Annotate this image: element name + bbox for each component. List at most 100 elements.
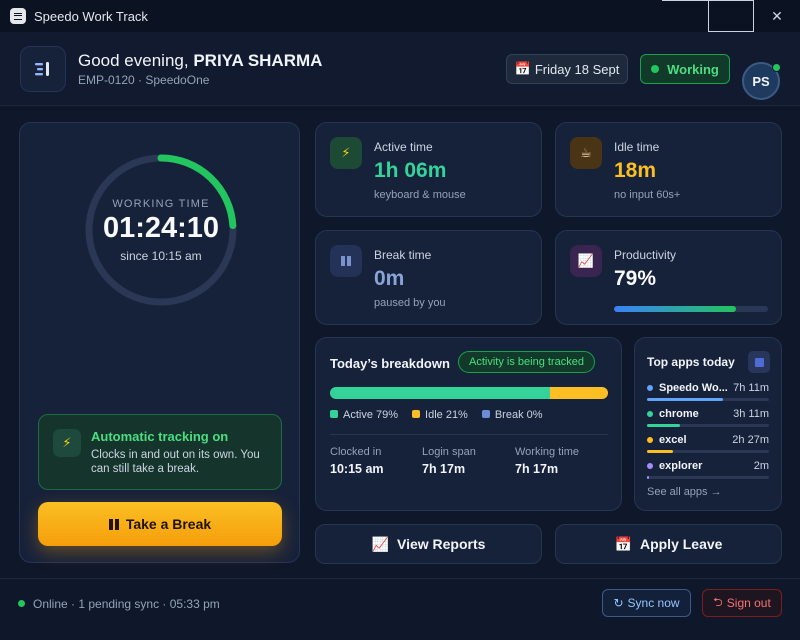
maximize-icon	[708, 0, 754, 32]
clocked-in-label: Clocked in	[330, 446, 382, 458]
productivity-label: Productivity	[614, 248, 677, 262]
idle-time-card: ☕ Idle time 18m no input 60s+	[555, 122, 782, 217]
legend-item-break: Break 0%	[481, 409, 543, 421]
clocked-in-stat: Clocked in 10:15 am	[330, 446, 384, 476]
sync-now-button[interactable]: ↻ Sync now	[602, 589, 691, 617]
see-all-apps-link[interactable]: See all apps →	[647, 486, 722, 498]
take-break-button[interactable]: Take a Break	[38, 502, 282, 546]
tracking-badge: Activity is being tracked	[458, 351, 595, 373]
app-usage-fill	[647, 398, 723, 401]
auto-tracking-description: Clocks in and out on its own. You can st…	[91, 449, 260, 475]
minimize-button[interactable]	[662, 0, 708, 32]
app-time: 2h 27m	[732, 434, 769, 446]
sign-out-label: Sign out	[726, 596, 771, 610]
app-dot-icon	[647, 385, 653, 391]
app-time: 3h 11m	[733, 408, 769, 420]
breakdown-card: Today’s breakdown Activity is being trac…	[315, 337, 622, 511]
app-time: 7h 11m	[733, 382, 769, 394]
take-break-label: Take a Break	[125, 516, 212, 532]
calendar-icon: 📅	[514, 61, 531, 76]
idle-time-sub: no input 60s+	[614, 189, 681, 201]
app-time: 2m	[753, 460, 769, 472]
app-name: chrome	[659, 408, 699, 420]
app-usage-fill	[647, 450, 673, 453]
status-dot-icon	[651, 65, 660, 73]
app-row[interactable]: Speedo Wo... 7h 11m	[647, 382, 769, 401]
app-row[interactable]: excel 2h 27m	[647, 434, 769, 453]
close-icon: ✕	[771, 7, 783, 24]
app-name: excel	[659, 434, 687, 446]
clocked-in-value: 10:15 am	[330, 462, 384, 476]
chart-up-icon: 📈	[371, 535, 389, 552]
legend-label: Active 79%	[343, 409, 399, 421]
working-time-label: Working time	[515, 446, 579, 458]
break-time-sub: paused by you	[374, 297, 446, 309]
pause-icon	[108, 518, 119, 530]
app-usage-bar	[647, 450, 769, 453]
productivity-card: 📈 Productivity 79%	[555, 230, 782, 325]
app-row-header: chrome 3h 11m	[647, 408, 769, 420]
auto-tracking-notice: ⚡ Automatic tracking on Clocks in and ou…	[38, 414, 282, 490]
footer-status-text: Online · 1 pending sync · 05:33 pm	[33, 597, 220, 611]
idle-time-value: 18m	[614, 159, 657, 182]
breakdown-segment-idle	[549, 387, 608, 399]
app-row[interactable]: explorer 2m	[647, 460, 769, 479]
break-time-card: Break time 0m paused by you	[315, 230, 542, 325]
productivity-bar-fill	[614, 306, 736, 312]
breakdown-legend: Active 79% Idle 21% Break 0%	[330, 409, 543, 421]
legend-item-idle: Idle 21%	[412, 409, 468, 421]
legend-swatch	[481, 410, 490, 418]
top-apps-card: Top apps today Speedo Wo... 7h 11m chrome 3…	[634, 337, 782, 511]
app-usage-bar	[647, 398, 769, 401]
timer-value: 01:24:10	[102, 211, 220, 244]
app-usage-bar	[647, 476, 769, 479]
status-footer: Online · 1 pending sync · 05:33 pm ↻ Syn…	[0, 578, 800, 640]
app-row-header: explorer 2m	[647, 460, 769, 472]
refresh-icon: ↻	[613, 596, 624, 610]
productivity-value: 79%	[614, 267, 657, 290]
breakdown-bar	[330, 387, 608, 399]
brand-logo-icon	[20, 46, 66, 92]
legend-label: Idle 21%	[425, 409, 468, 421]
lightning-icon: ⚡	[53, 429, 81, 457]
timer-readout: WORKING TIME 01:24:10 since 10:15 am	[83, 152, 239, 308]
status-text: Working	[667, 61, 719, 77]
app-name: explorer	[659, 460, 703, 472]
apps-grid-icon[interactable]	[748, 351, 770, 373]
app-name: Speedo Wo...	[659, 382, 728, 394]
sync-now-label: Sync now	[627, 596, 680, 610]
legend-swatch	[412, 410, 421, 418]
online-dot-icon	[18, 600, 25, 607]
break-time-value: 0m	[374, 267, 405, 290]
sign-out-icon: ⮌	[713, 594, 723, 609]
active-time-card: ⚡ Active time 1h 06m keyboard & mouse	[315, 122, 542, 217]
chart-up-icon: 📈	[570, 245, 602, 277]
app-row[interactable]: chrome 3h 11m	[647, 408, 769, 427]
timer-label: WORKING TIME	[112, 197, 210, 210]
view-reports-button[interactable]: 📈 View Reports	[315, 524, 542, 564]
avatar-initials: PS	[752, 73, 770, 89]
legend-label: Break 0%	[494, 409, 543, 421]
top-apps-title: Top apps today	[647, 355, 735, 369]
timer-since: since 10:15 am	[120, 248, 202, 263]
sign-out-button[interactable]: ⮌ Sign out	[702, 589, 782, 617]
login-span-label: Login span	[422, 446, 476, 458]
apply-leave-button[interactable]: 📅 Apply Leave	[555, 524, 782, 564]
login-span-stat: Login span 7h 17m	[422, 446, 476, 476]
break-time-label: Break time	[374, 248, 432, 262]
avatar[interactable]: PS	[742, 62, 781, 100]
app-row-header: excel 2h 27m	[647, 434, 769, 446]
close-button[interactable]: ✕	[754, 0, 800, 32]
login-span-value: 7h 17m	[422, 462, 466, 476]
minimize-icon	[662, 0, 708, 32]
working-time-value: 7h 17m	[515, 462, 559, 476]
app-dot-icon	[647, 463, 653, 469]
legend-swatch	[330, 410, 338, 418]
window-title: Speedo Work Track	[34, 8, 148, 24]
lightning-icon: ⚡	[330, 137, 362, 169]
auto-tracking-title: Automatic tracking on	[91, 429, 229, 444]
maximize-button[interactable]	[708, 0, 754, 32]
breakdown-segment-active	[330, 387, 550, 399]
active-time-value: 1h 06m	[374, 159, 447, 182]
greeting-text: Good evening,	[78, 51, 189, 70]
